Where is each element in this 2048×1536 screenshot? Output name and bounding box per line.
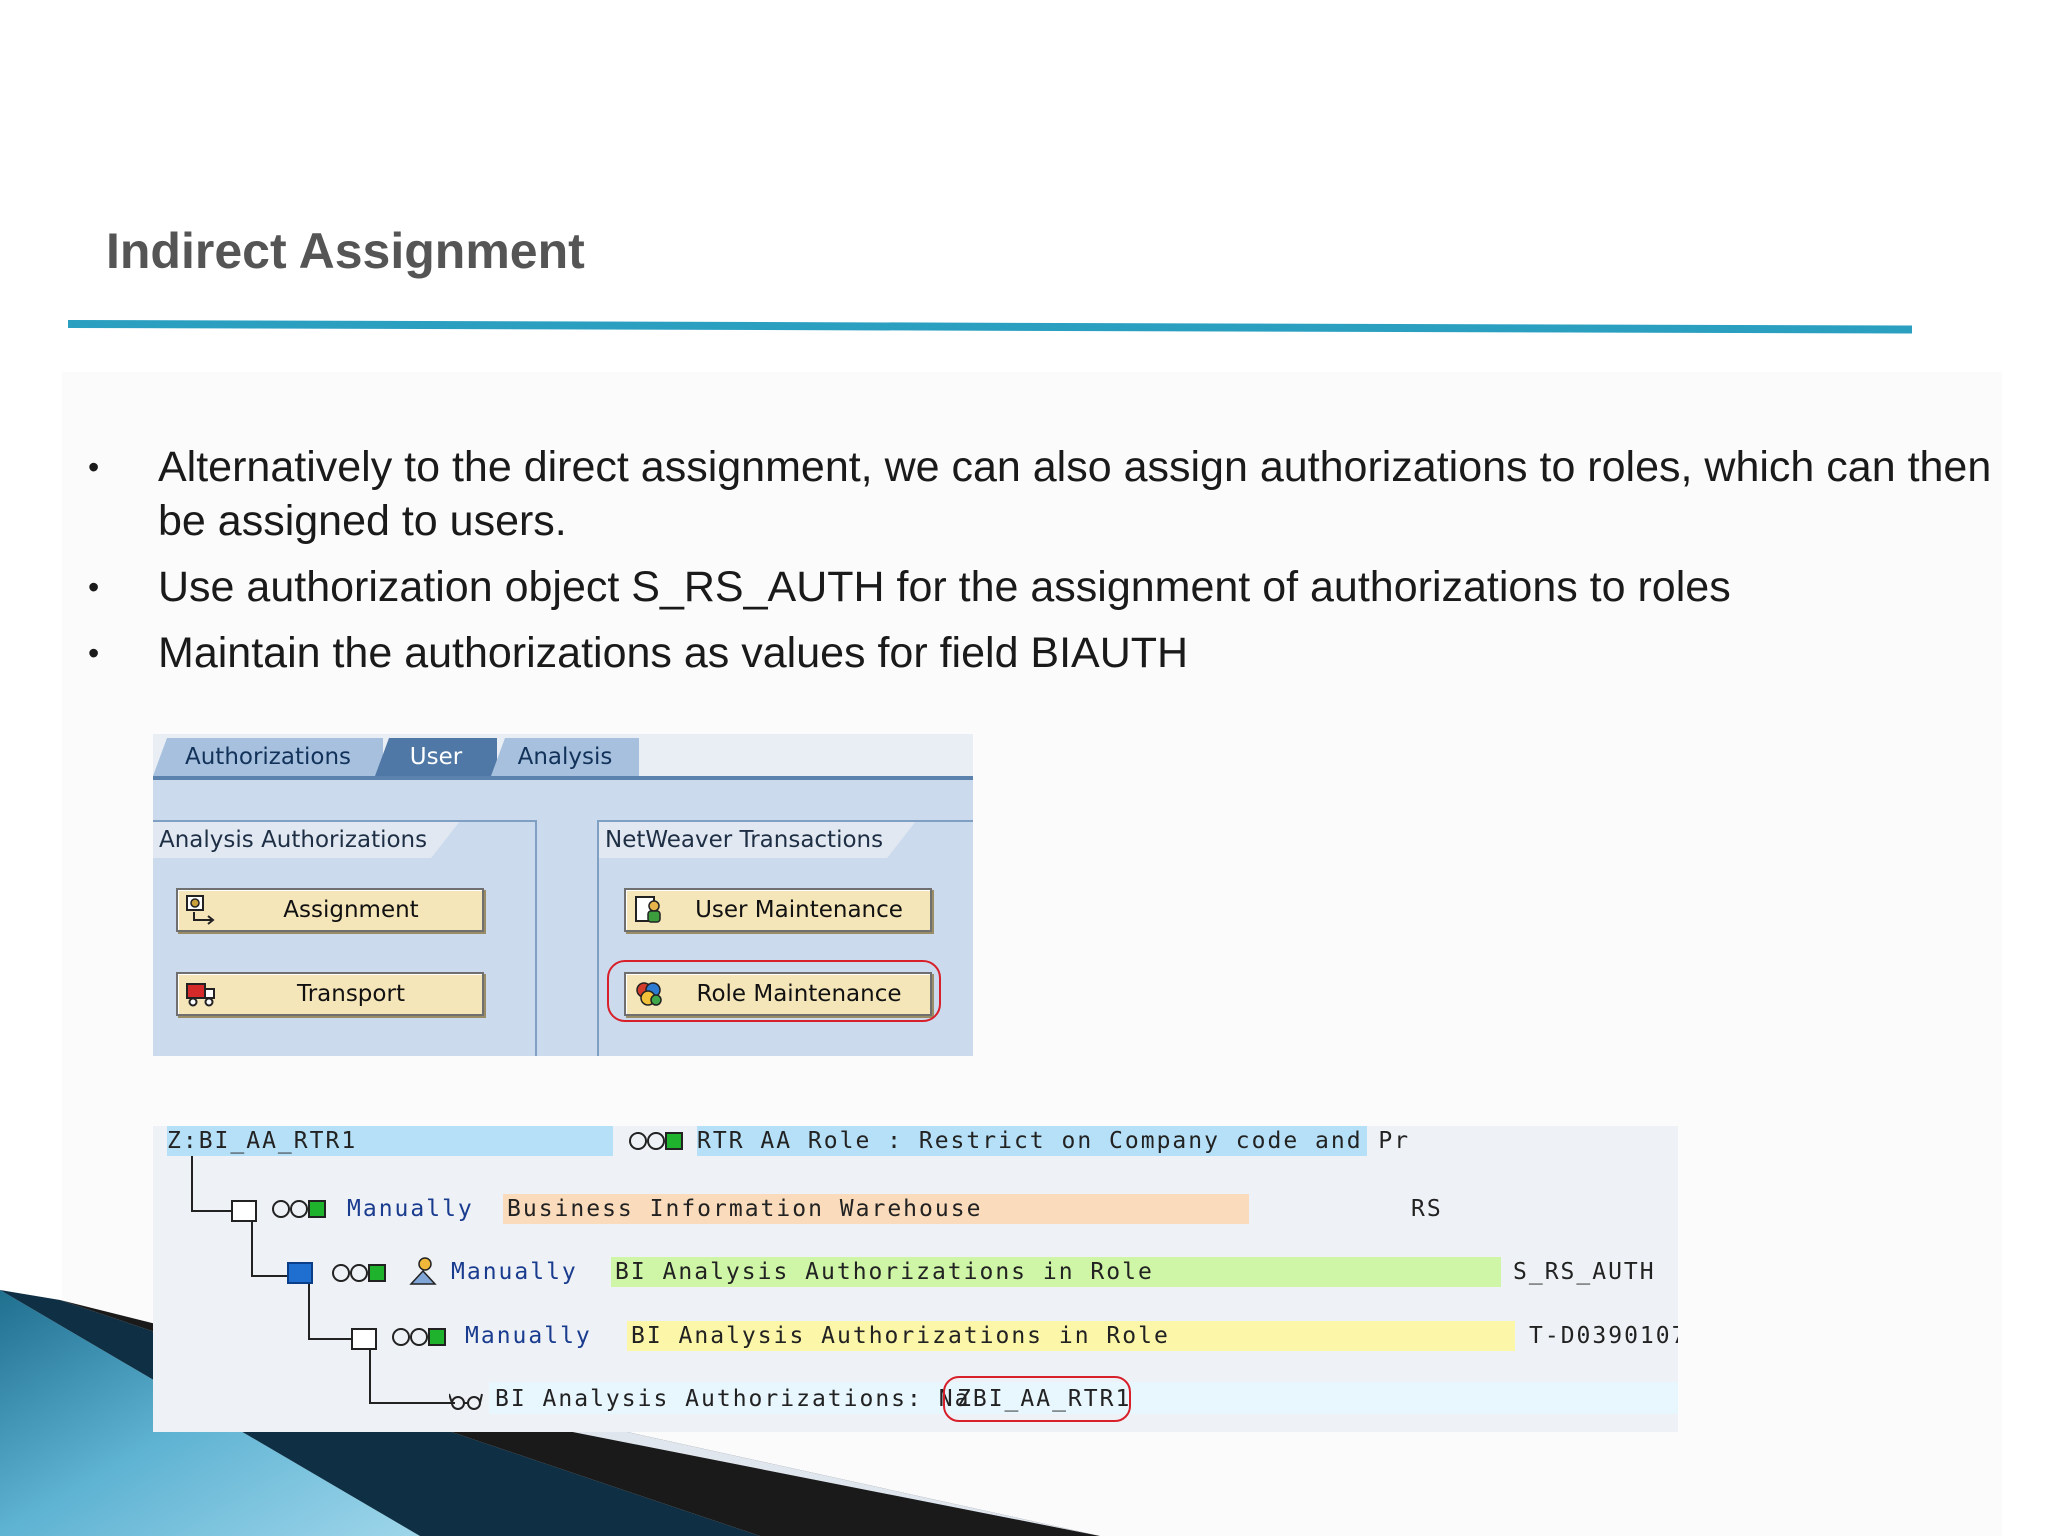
group-title: Analysis Authorizations — [153, 822, 459, 858]
bullet-text: Use authorization object S_RS_AUTH for t… — [158, 563, 1731, 611]
bullet-marker: • — [88, 569, 100, 605]
tree-row-text: BI Analysis Authorizations in Role — [611, 1257, 1501, 1287]
bullet-marker: • — [88, 635, 100, 671]
user-maintenance-icon — [635, 896, 661, 923]
tree-row-value: S_RS_AUTH — [1513, 1259, 1656, 1285]
tab-user[interactable]: User — [375, 738, 497, 776]
group-netweaver-transactions: NetWeaver Transactions User Maintenance … — [597, 820, 973, 1056]
button-label: Assignment — [283, 897, 419, 923]
glasses-icon — [449, 1393, 483, 1410]
role-description-text: RTR AA Role : Restrict on Company code a… — [697, 1128, 1411, 1154]
user-maintenance-button[interactable]: User Maintenance — [624, 888, 932, 932]
button-label: Transport — [297, 981, 405, 1007]
title-underline — [67, 320, 1913, 334]
traffic-light-icon — [332, 1264, 386, 1282]
tree-connector — [191, 1156, 233, 1212]
tab-analysis[interactable]: Analysis — [491, 738, 639, 776]
bullet-item: • Maintain the authorizations as values … — [88, 626, 2008, 680]
tab-label: Analysis — [517, 744, 613, 770]
truck-icon — [186, 983, 215, 1007]
role-id-field[interactable]: Z:BI_AA_RTR1 — [167, 1126, 613, 1156]
tree-row-value: T-D0390107 — [1529, 1323, 1678, 1349]
button-label: User Maintenance — [695, 897, 903, 923]
tree-connector — [369, 1348, 455, 1404]
traffic-light-icon — [392, 1328, 446, 1346]
status-text: Manually — [347, 1196, 474, 1222]
status-text: Manually — [465, 1323, 592, 1349]
bullet-list: • Alternatively to the direct assignment… — [88, 440, 2008, 692]
user-icon — [409, 1257, 437, 1285]
assignment-icon — [186, 895, 215, 925]
assignment-button[interactable]: Assignment — [176, 888, 484, 932]
tab-authorizations[interactable]: Authorizations — [153, 738, 383, 776]
tree-row-text: Business Information Warehouse — [503, 1194, 1249, 1224]
role-authorization-tree: Z:BI_AA_RTR1 RTR AA Role : Restrict on C… — [153, 1126, 1678, 1432]
role-id: Z:BI_AA_RTR1 — [167, 1128, 358, 1154]
status-text: Manually — [451, 1259, 578, 1285]
bullet-marker: • — [88, 449, 100, 485]
tree-connector — [308, 1284, 354, 1340]
group-analysis-authorizations: Analysis Authorizations Assignment Trans… — [153, 820, 537, 1056]
leaf-label: BI Analysis Authorizations: Na — [495, 1386, 971, 1412]
bullet-item: • Alternatively to the direct assignment… — [88, 440, 2008, 548]
folder-icon-selected[interactable] — [287, 1262, 313, 1284]
bullet-item: • Use authorization object S_RS_AUTH for… — [88, 560, 2008, 614]
tab-strip: Authorizations User Analysis — [153, 734, 973, 780]
bullet-text: Alternatively to the direct assignment, … — [158, 443, 1992, 545]
tree-row-text: BI Analysis Authorizations in Role — [627, 1321, 1515, 1351]
highlight-oval — [607, 960, 941, 1022]
folder-icon[interactable] — [351, 1328, 377, 1350]
folder-icon[interactable] — [231, 1200, 257, 1222]
group-title: NetWeaver Transactions — [599, 822, 915, 858]
slide-title: Indirect Assignment — [106, 223, 585, 279]
tab-label: User — [409, 744, 463, 770]
bullet-text: Maintain the authorizations as values fo… — [158, 629, 1189, 677]
highlight-oval — [943, 1376, 1131, 1422]
tree-connector — [251, 1221, 287, 1277]
tree-row-value: RS — [1411, 1196, 1443, 1222]
traffic-light-icon — [629, 1132, 683, 1150]
transport-button[interactable]: Transport — [176, 972, 484, 1016]
tab-label: Authorizations — [184, 744, 352, 770]
traffic-light-icon — [272, 1200, 326, 1218]
role-description: RTR AA Role : Restrict on Company code a… — [697, 1126, 1408, 1156]
sap-authorization-panel: Authorizations User Analysis Analysis Au… — [153, 734, 973, 1056]
